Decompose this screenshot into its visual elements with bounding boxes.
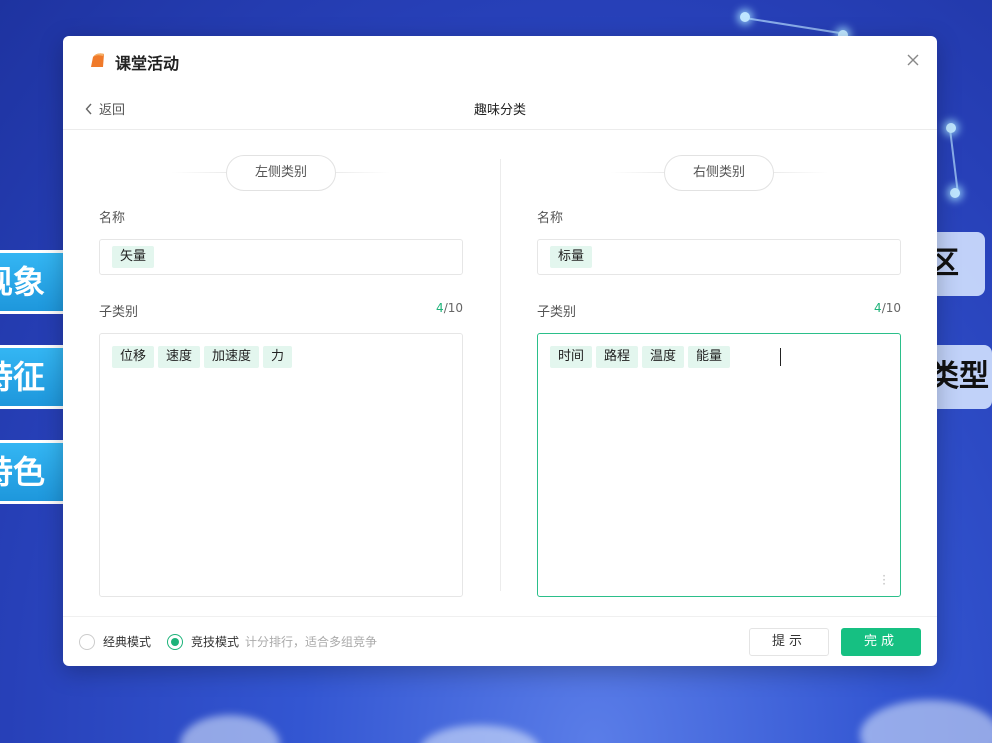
subcategory-header: 子类别 4/10	[537, 301, 901, 320]
subcategory-label: 子类别	[99, 305, 139, 320]
constellation-line	[949, 128, 960, 195]
compete-mode-label: 竞技模式	[191, 635, 240, 649]
page-title: 趣味分类	[473, 103, 526, 118]
right-name-input[interactable]: 标量	[537, 239, 901, 275]
cloud	[180, 715, 280, 743]
star-icon	[740, 12, 750, 22]
name-label: 名称	[537, 211, 564, 226]
classic-mode-label: 经典模式	[103, 635, 152, 649]
app-logo-icon	[91, 53, 104, 67]
subcategory-tag[interactable]: 能量	[688, 346, 731, 368]
constellation-line	[744, 17, 844, 35]
cloud	[420, 725, 540, 743]
subcategory-tag[interactable]: 力	[263, 346, 293, 368]
subcategory-tag[interactable]: 加速度	[204, 346, 260, 368]
left-category-panel: 左侧类别 名称 矢量 子类别 4/10 位移 速度 加速度 力	[99, 131, 463, 597]
subcategory-tag[interactable]: 速度	[158, 346, 201, 368]
name-tag[interactable]: 矢量	[112, 246, 155, 268]
left-name-input[interactable]: 矢量	[99, 239, 463, 275]
resize-handle-icon[interactable]: · · ·	[882, 570, 886, 590]
hint-button[interactable]: 提示	[749, 628, 829, 656]
subcategory-count: 4/10	[874, 301, 901, 315]
text-caret	[780, 348, 782, 366]
subcategory-count: 4/10	[436, 301, 463, 315]
right-subcategory-input[interactable]: 时间 路程 温度 能量 · · ·	[537, 333, 901, 597]
subcategory-header: 子类别 4/10	[99, 301, 463, 320]
panel-divider	[500, 159, 501, 591]
bg-card: 特色	[0, 440, 68, 504]
left-subcategory-input[interactable]: 位移 速度 加速度 力	[99, 333, 463, 597]
bg-card: 现象	[0, 250, 68, 314]
name-tag[interactable]: 标量	[550, 246, 593, 268]
dialog-header: 课堂活动	[63, 36, 937, 86]
radio-unchecked-icon[interactable]	[79, 633, 95, 650]
subcategory-label: 子类别	[537, 305, 577, 320]
close-icon[interactable]	[905, 52, 921, 68]
compete-mode-option[interactable]: 竞技模式 计分排行，适合多组竞争	[167, 633, 377, 650]
done-button[interactable]: 完成	[841, 628, 921, 656]
category-editor: 左侧类别 名称 矢量 子类别 4/10 位移 速度 加速度 力 右侧类别 名称 …	[63, 131, 937, 617]
nav-bar: 返回 趣味分类	[63, 86, 937, 130]
left-category-heading: 左侧类别	[226, 155, 336, 191]
tag-list: 位移 速度 加速度 力	[112, 346, 450, 368]
star-icon	[946, 123, 956, 133]
radio-checked-icon[interactable]	[167, 633, 183, 650]
classic-mode-option[interactable]: 经典模式	[79, 633, 151, 650]
tag-list: 时间 路程 温度 能量	[550, 346, 888, 368]
bg-card: 特征	[0, 345, 68, 409]
right-category-panel: 右侧类别 名称 标量 子类别 4/10 时间 路程 温度 能量 · · ·	[537, 131, 901, 597]
subcategory-tag[interactable]: 路程	[596, 346, 639, 368]
subcategory-tag[interactable]: 时间	[550, 346, 593, 368]
section-header: 右侧类别	[537, 155, 901, 191]
subcategory-tag[interactable]: 位移	[112, 346, 155, 368]
section-header: 左侧类别	[99, 155, 463, 191]
name-label: 名称	[99, 211, 126, 226]
dialog-footer: 经典模式 竞技模式 计分排行，适合多组竞争 提示 完成	[63, 616, 937, 666]
activity-dialog: 课堂活动 返回 趣味分类 左侧类别 名称 矢量 子类别 4/10 位移 速度 加…	[63, 36, 937, 666]
cloud	[860, 700, 992, 743]
dialog-title: 课堂活动	[115, 54, 180, 73]
right-category-heading: 右侧类别	[664, 155, 774, 191]
compete-mode-description: 计分排行，适合多组竞争	[245, 635, 378, 649]
star-icon	[950, 188, 960, 198]
subcategory-tag[interactable]: 温度	[642, 346, 685, 368]
